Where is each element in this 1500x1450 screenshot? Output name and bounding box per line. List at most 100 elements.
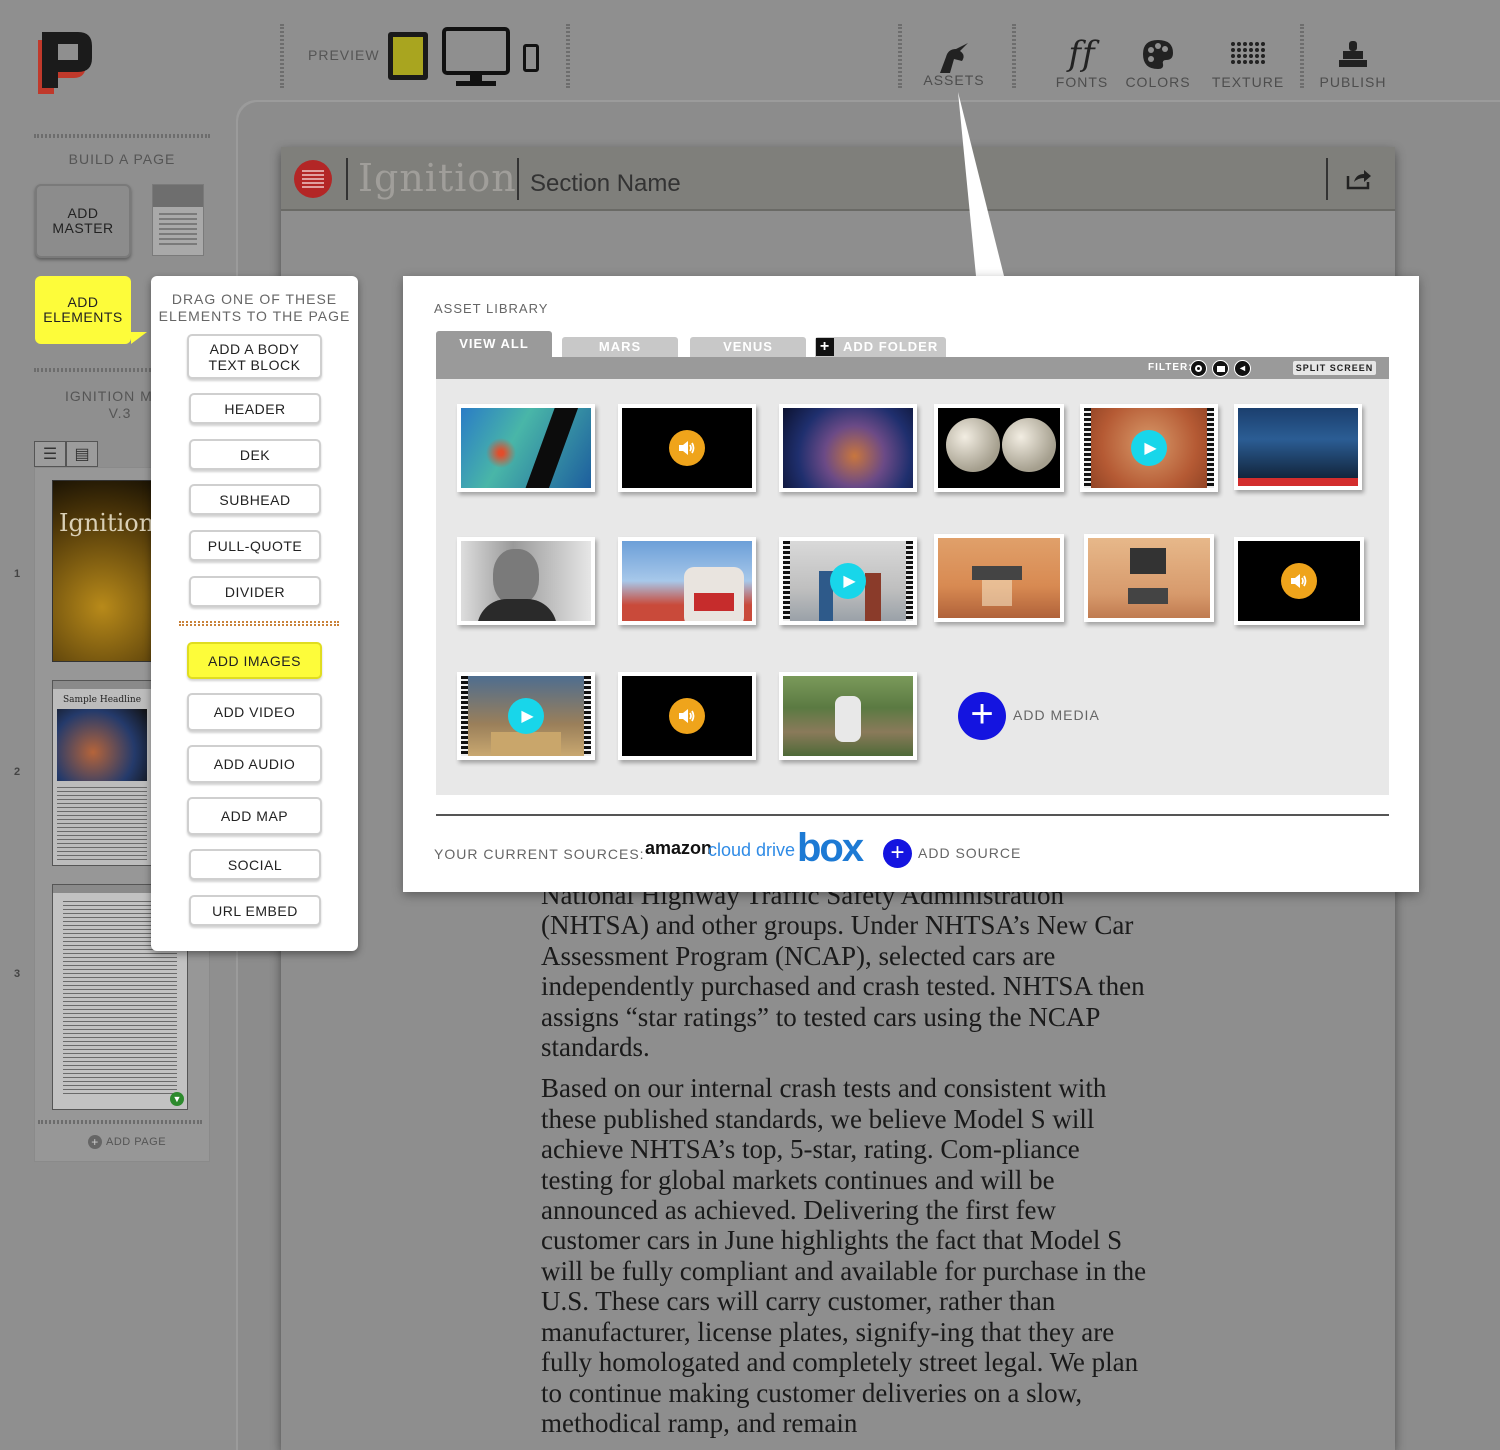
subhead-element-button[interactable]: SUBHEAD [189,484,321,515]
add-audio-button[interactable]: ADD AUDIO [187,745,322,783]
asset-thumbnail[interactable]: ▶ [779,537,917,625]
asset-thumbnail[interactable] [1234,404,1362,490]
phone-preview-icon[interactable] [523,44,539,72]
assets-label: ASSETS [923,72,985,88]
audio-icon [669,430,705,466]
assets-tool-button[interactable]: ASSETS [918,38,990,88]
asset-thumbnail[interactable] [618,672,756,760]
audio-icon [1281,563,1317,599]
asset-thumbnail[interactable]: ▶ [457,672,595,760]
asset-thumbnail[interactable] [1234,537,1364,625]
video-filter-icon[interactable] [1212,360,1229,377]
fonts-label: FONTS [1055,74,1109,90]
header-divider [1326,158,1328,200]
publish-tool-button[interactable]: PUBLISH [1316,34,1390,90]
brand-logo-icon [294,160,332,198]
asset-thumbnail[interactable] [457,537,595,625]
add-map-button[interactable]: ADD MAP [187,797,322,835]
add-source-label[interactable]: ADD SOURCE [918,845,1021,861]
master-page-thumbnail[interactable] [152,184,204,256]
button-label: PULL-QUOTE [207,537,303,554]
asset-thumbnail[interactable] [779,404,917,492]
sidebar-divider [38,1120,202,1124]
asset-thumbnail[interactable] [618,404,756,492]
expand-icon[interactable]: ▼ [170,1092,184,1106]
publish-label: PUBLISH [1319,74,1387,90]
box-source[interactable]: box [797,826,864,871]
palette-icon [1124,34,1192,74]
add-images-button[interactable]: ADD IMAGES [187,642,322,679]
amazon-cloud-drive-source[interactable]: amazon [645,838,712,859]
tab-venus[interactable]: VENUS [690,337,806,357]
button-label: SOCIAL [227,856,283,873]
app-logo[interactable] [36,30,94,96]
article-paragraph: National Highway Traffic Safety Administ… [541,880,1145,1063]
texture-icon [1210,34,1286,74]
split-screen-label: SPLIT SCREEN [1295,363,1374,373]
asset-thumbnail[interactable] [779,672,917,760]
header-element-button[interactable]: HEADER [189,393,321,424]
preview-label: PREVIEW [308,47,380,63]
audio-filter-icon[interactable]: ◄ [1234,360,1251,377]
add-media-label[interactable]: ADD MEDIA [1013,707,1100,723]
button-label: ADD MAP [220,808,289,824]
popover-divider [179,621,339,626]
divider-element-button[interactable]: DIVIDER [189,576,321,607]
url-embed-element-button[interactable]: URL EMBED [189,895,321,926]
tab-add-folder[interactable]: + ADD FOLDER [815,337,946,357]
toolbar-divider [898,24,902,88]
colors-tool-button[interactable]: COLORS [1124,34,1192,90]
play-icon: ▶ [830,563,866,599]
add-body-text-button[interactable]: ADD A BODY TEXT BLOCK [187,334,322,379]
add-icon: + [88,1135,102,1149]
tab-label: MARS [598,339,642,354]
button-label: DEK [239,446,271,463]
asset-thumbnail[interactable] [1084,534,1214,622]
page-thumbnail-1[interactable]: Ignition [52,480,155,662]
page-number: 3 [14,968,21,980]
button-label: DIVIDER [224,583,286,600]
grid-view-toggle[interactable]: ▤ [66,441,98,467]
header-divider [346,158,348,200]
texture-tool-button[interactable]: TEXTURE [1210,34,1286,90]
tab-label: VIEW ALL [459,336,529,351]
dek-element-button[interactable]: DEK [189,439,321,470]
add-master-button[interactable]: ADD MASTER [35,184,131,258]
play-icon: ▶ [1131,430,1167,466]
share-icon[interactable] [1346,168,1372,195]
audio-icon [669,698,705,734]
sidebar-divider [34,134,210,138]
asset-thumbnail[interactable] [618,537,756,625]
tab-label: ADD FOLDER [843,339,939,354]
desktop-preview-icon[interactable] [442,27,510,94]
asset-thumbnail[interactable] [934,534,1064,622]
article-body[interactable]: National Highway Traffic Safety Administ… [541,880,1151,1449]
add-elements-label: ADD ELEMENTS [43,294,123,325]
split-screen-button[interactable]: SPLIT SCREEN [1293,361,1376,375]
tab-mars[interactable]: MARS [562,337,678,357]
add-elements-button[interactable]: ADD ELEMENTS [35,276,147,344]
page-thumbnail-2[interactable]: Sample Headline [52,680,152,866]
asset-thumbnail[interactable] [457,404,595,492]
asset-thumbnail[interactable] [934,404,1064,492]
cloud-drive-label: cloud drive [708,840,796,860]
add-video-button[interactable]: ADD VIDEO [187,693,322,731]
section-name[interactable]: Section Name [530,170,681,198]
social-element-button[interactable]: SOCIAL [189,849,321,880]
popover-title: DRAG ONE OF THESE ELEMENTS TO THE PAGE [158,291,351,324]
asset-thumbnail[interactable]: ▶ [1080,404,1218,492]
fonts-tool-button[interactable]: ff FONTS [1050,34,1114,90]
texture-label: TEXTURE [1211,74,1285,90]
add-source-button[interactable]: + [883,839,912,868]
add-media-button[interactable]: + [958,692,1006,740]
toolbar-divider [566,24,570,88]
pull-quote-element-button[interactable]: PULL-QUOTE [189,530,321,561]
build-page-title: BUILD A PAGE [68,151,176,167]
tablet-preview-icon[interactable] [388,32,428,80]
fonts-icon: ff [1068,34,1096,74]
list-view-toggle[interactable]: ☰ [34,441,66,467]
tab-view-all[interactable]: VIEW ALL [436,331,552,357]
add-page-button[interactable]: + ADD PAGE [88,1135,166,1149]
camera-filter-icon[interactable] [1190,360,1207,377]
thumbnail-title: Ignition [59,509,155,537]
